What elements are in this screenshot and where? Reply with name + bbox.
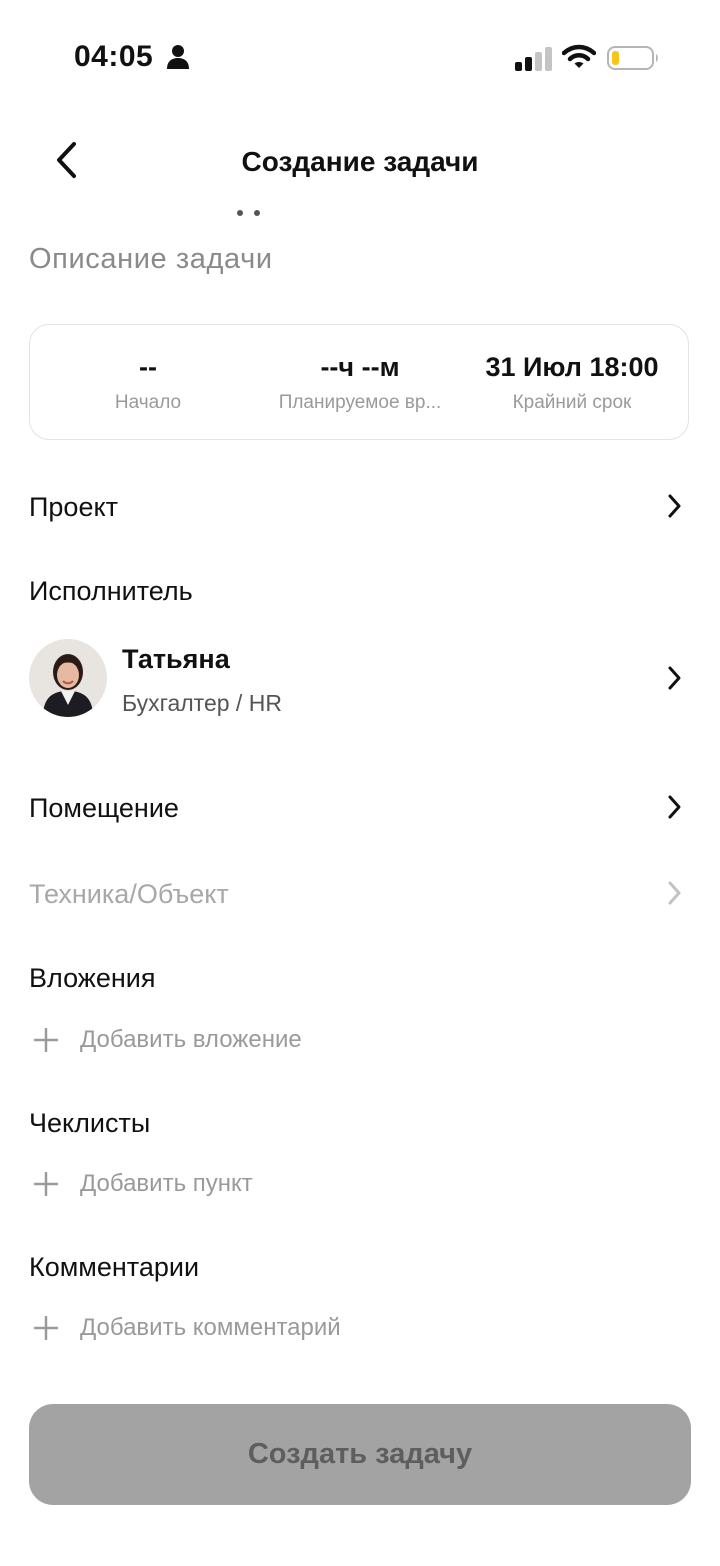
plus-icon [34, 1316, 58, 1340]
battery-icon [607, 46, 658, 70]
chevron-right-icon[interactable] [664, 492, 684, 520]
plus-icon [34, 1028, 58, 1052]
deadline-label: Крайний срок [512, 392, 632, 413]
status-time: 04:05 [74, 40, 154, 73]
room-row[interactable]: Помещение [29, 793, 179, 824]
create-task-button[interactable]: Создать задачу [29, 1404, 691, 1505]
attachments-section-label: Вложения [29, 963, 156, 993]
deadline-field[interactable]: 31 Июл 18:00 Крайний срок [454, 325, 690, 439]
deadline-value: 31 Июл 18:00 [485, 352, 659, 382]
add-attachment-label: Добавить вложение [80, 1026, 302, 1053]
comments-section-label: Комментарии [29, 1252, 200, 1282]
description-input[interactable]: Описание задачи [29, 243, 273, 276]
page-title: Создание задачи [241, 146, 479, 177]
assignee-role: Бухгалтер / HR [122, 690, 282, 716]
time-card: -- Начало --ч --м Планируемое вр... 31 И… [29, 324, 689, 440]
plus-icon [34, 1172, 58, 1196]
drag-dots-icon [237, 210, 260, 216]
assignee-section-label: Исполнитель [29, 576, 193, 606]
start-time-label: Начало [114, 392, 182, 413]
assignee-name[interactable]: Татьяна [122, 644, 230, 675]
planned-time-label: Планируемое вр... [278, 392, 442, 413]
chevron-right-icon[interactable] [664, 664, 684, 692]
add-checklist-item-label: Добавить пункт [80, 1170, 253, 1197]
add-attachment-button[interactable]: Добавить вложение [34, 1026, 302, 1054]
wifi-icon [562, 44, 596, 68]
add-checklist-item-button[interactable]: Добавить пункт [34, 1170, 253, 1198]
add-comment-button[interactable]: Добавить комментарий [34, 1314, 341, 1342]
avatar [29, 639, 107, 717]
planned-time-field[interactable]: --ч --м Планируемое вр... [266, 325, 454, 439]
planned-time-value: --ч --м [320, 352, 400, 382]
checklists-section-label: Чеклисты [29, 1108, 151, 1138]
chevron-right-icon[interactable] [664, 793, 684, 821]
equipment-row[interactable]: Техника/Объект [29, 879, 229, 910]
start-time-field[interactable]: -- Начало [30, 325, 266, 439]
project-row[interactable]: Проект [29, 492, 118, 523]
signal-icon [515, 47, 552, 71]
chevron-right-icon [668, 881, 681, 905]
start-time-value: -- [139, 352, 157, 382]
add-comment-label: Добавить комментарий [80, 1314, 341, 1341]
person-icon [167, 45, 189, 69]
